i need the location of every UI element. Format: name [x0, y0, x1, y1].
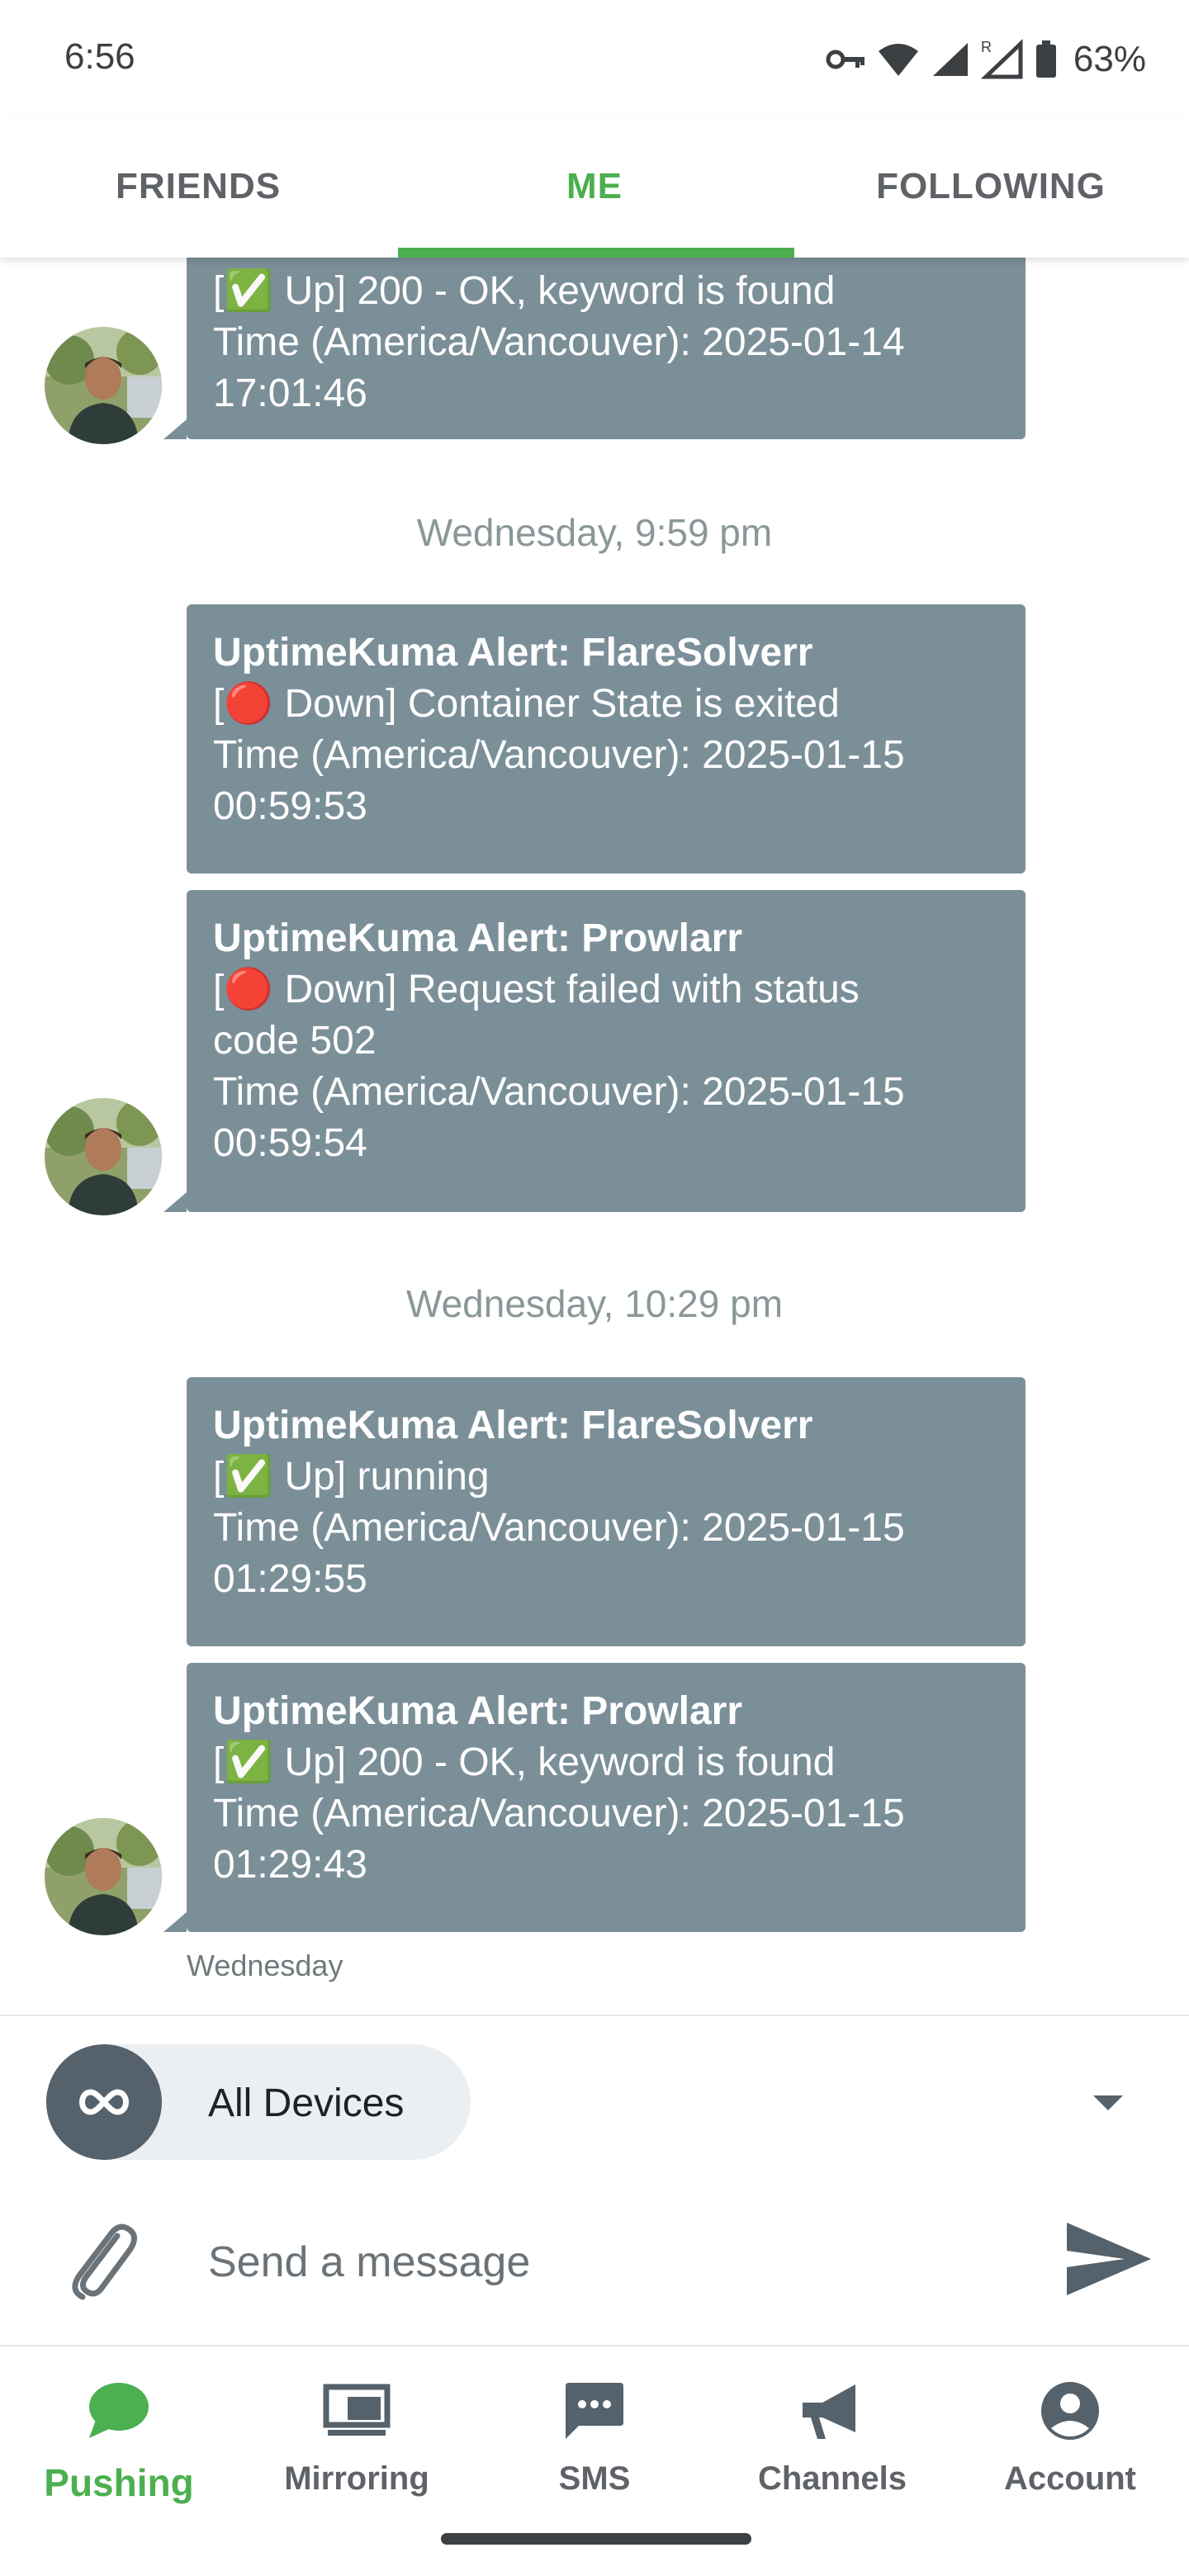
signal-icon — [932, 43, 968, 76]
battery-icon — [1035, 40, 1056, 78]
message-line: [🔴 Down] Container State is exited — [213, 682, 840, 726]
message-input[interactable] — [208, 2180, 1034, 2345]
message-list[interactable]: [✅ Up] 200 - OK, keyword is found Time (… — [0, 258, 1189, 2015]
top-tabs: FRIENDS ME FOLLOWING — [0, 116, 1189, 258]
message-line: 01:29:43 — [213, 1843, 367, 1887]
bubble-tail — [163, 1192, 187, 1212]
message-bubble[interactable]: UptimeKuma Alert: Prowlarr [🔴 Down] Requ… — [187, 890, 1026, 1212]
message-line: 01:29:55 — [213, 1557, 367, 1601]
message-bubble[interactable]: UptimeKuma Alert: FlareSolverr [🔴 Down] … — [187, 604, 1026, 874]
message-timestamp: Wednesday — [187, 1949, 343, 1982]
message-line: 17:01:46 — [213, 372, 367, 415]
monitor-icon — [238, 2378, 476, 2444]
status-bar: 6:56 R 63% — [0, 0, 1189, 116]
tab-me[interactable]: ME — [396, 116, 793, 258]
vpn-key-icon — [826, 50, 865, 69]
message-bubble[interactable]: UptimeKuma Alert: Prowlarr [✅ Up] 200 - … — [187, 1663, 1026, 1932]
home-indicator[interactable] — [441, 2533, 751, 2545]
message-line: Time (America/Vancouver): 2025-01-15 — [213, 1792, 905, 1835]
nav-label: Account — [1004, 2460, 1136, 2497]
compose-row — [0, 2180, 1189, 2345]
chat-bubble-icon — [0, 2378, 238, 2444]
megaphone-icon — [713, 2378, 951, 2444]
active-tab-indicator — [398, 248, 794, 258]
nav-mirroring[interactable]: Mirroring — [238, 2346, 476, 2528]
nav-label: Mirroring — [284, 2460, 429, 2497]
nav-sms[interactable]: SMS — [476, 2346, 713, 2528]
message-line: code 502 — [213, 1019, 377, 1063]
nav-label: Channels — [757, 2460, 907, 2497]
date-separator: Wednesday, 10:29 pm — [405, 1282, 784, 1325]
message-title: UptimeKuma Alert: FlareSolverr — [213, 1404, 813, 1447]
bubble-tail — [163, 1912, 187, 1932]
svg-text:R: R — [981, 39, 992, 55]
nav-pushing[interactable]: Pushing — [0, 2346, 238, 2528]
battery-percent: 63% — [1073, 39, 1146, 79]
message-title: UptimeKuma Alert: FlareSolverr — [213, 631, 813, 675]
tab-friends[interactable]: FRIENDS — [0, 116, 396, 258]
sms-icon — [476, 2378, 713, 2444]
send-icon[interactable] — [1065, 2221, 1153, 2297]
device-selector[interactable]: All Devices — [46, 2044, 471, 2160]
status-icons: R 63% — [826, 36, 1146, 83]
status-time: 6:56 — [64, 36, 135, 77]
nav-channels[interactable]: Channels — [713, 2346, 951, 2528]
message-line: Time (America/Vancouver): 2025-01-15 — [213, 1070, 905, 1114]
paperclip-icon[interactable] — [64, 2218, 139, 2300]
message-line: Time (America/Vancouver): 2025-01-14 — [213, 320, 905, 364]
nav-label: Pushing — [44, 2461, 194, 2504]
message-bubble[interactable]: [✅ Up] 200 - OK, keyword is found Time (… — [187, 258, 1026, 439]
bubble-tail — [163, 419, 187, 439]
message-line: 00:59:54 — [213, 1121, 367, 1165]
message-bubble[interactable]: UptimeKuma Alert: FlareSolverr [✅ Up] ru… — [187, 1377, 1026, 1646]
dropdown-arrow-icon[interactable] — [1092, 2094, 1125, 2112]
account-circle-icon — [951, 2378, 1189, 2444]
device-selector-row: All Devices — [0, 2015, 1189, 2180]
nav-account[interactable]: Account — [951, 2346, 1189, 2528]
message-line: [✅ Up] 200 - OK, keyword is found — [213, 269, 836, 313]
avatar[interactable] — [45, 1098, 162, 1215]
wifi-icon — [878, 44, 918, 76]
tab-following[interactable]: FOLLOWING — [793, 116, 1189, 258]
device-selector-label: All Devices — [208, 2081, 405, 2125]
nav-label: SMS — [558, 2460, 631, 2497]
roaming-signal-icon: R — [980, 39, 1023, 79]
avatar[interactable] — [45, 327, 162, 444]
message-line: [🔴 Down] Request failed with status — [213, 968, 860, 1011]
message-line: [✅ Up] 200 - OK, keyword is found — [213, 1740, 836, 1784]
message-title: UptimeKuma Alert: Prowlarr — [213, 916, 743, 960]
message-line: [✅ Up] running — [213, 1455, 490, 1499]
message-line: 00:59:53 — [213, 784, 367, 828]
all-devices-icon — [46, 2044, 162, 2160]
message-line: Time (America/Vancouver): 2025-01-15 — [213, 1506, 905, 1550]
message-line: Time (America/Vancouver): 2025-01-15 — [213, 733, 905, 777]
message-title: UptimeKuma Alert: Prowlarr — [213, 1689, 743, 1733]
date-separator: Wednesday, 9:59 pm — [416, 511, 773, 554]
avatar[interactable] — [45, 1818, 162, 1935]
